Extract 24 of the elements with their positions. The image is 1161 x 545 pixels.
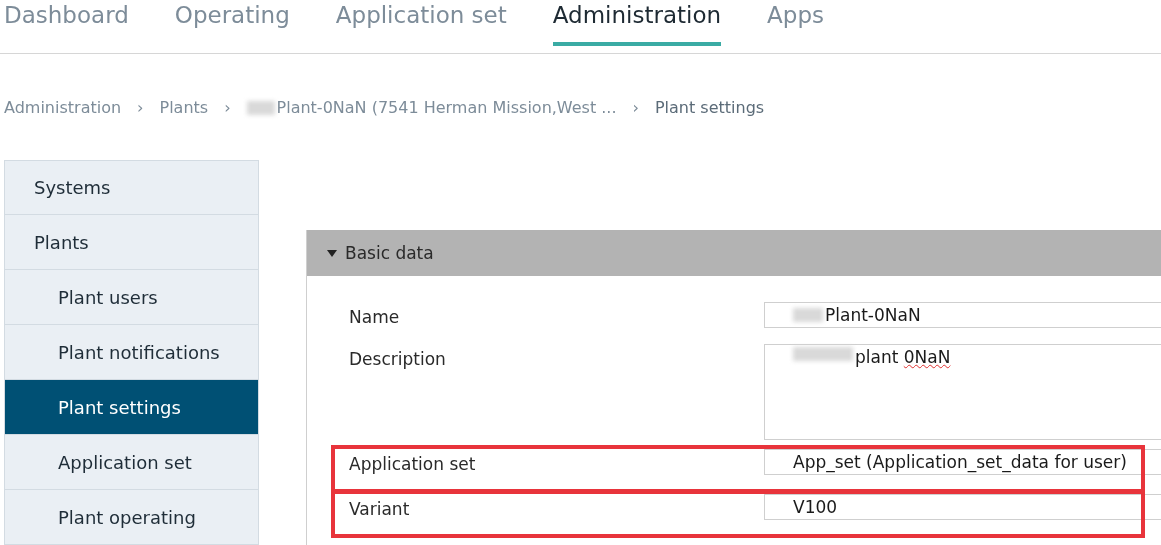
input-field[interactable]: Plant-0NaN: [764, 302, 1161, 328]
field-label: Application set: [349, 453, 477, 474]
sidebar-item[interactable]: Application set: [4, 435, 259, 490]
nav-tab[interactable]: Administration: [552, 0, 722, 46]
caret-icon: [327, 249, 337, 257]
sidebar-item[interactable]: Plant settings: [4, 380, 259, 435]
field-label: Variant: [349, 498, 411, 519]
chevron-icon: ›: [632, 97, 639, 117]
section-header[interactable]: Basic data: [307, 230, 1161, 276]
input-field[interactable]: V100: [764, 494, 1161, 520]
breadcrumb-link[interactable]: Administration: [4, 97, 122, 117]
section-title: Basic data: [345, 243, 434, 263]
sidebar-item[interactable]: Plant users: [4, 270, 259, 325]
text-area[interactable]: plant 0NaN: [764, 344, 1161, 440]
sidebar-item[interactable]: Plants: [4, 215, 259, 270]
breadcrumb-link[interactable]: Plant settings: [654, 97, 765, 117]
input-field[interactable]: App_set (Application_set_data for user): [764, 449, 1161, 475]
sidebar-item[interactable]: Plant notifications: [4, 325, 259, 380]
chevron-icon: ›: [137, 97, 144, 117]
sidebar-item[interactable]: Systems: [4, 160, 259, 215]
chevron-icon: ›: [224, 97, 231, 117]
field-label: Name: [349, 306, 401, 327]
field-label: Description: [349, 348, 447, 369]
sidebar-item[interactable]: Plant operating: [4, 490, 259, 545]
